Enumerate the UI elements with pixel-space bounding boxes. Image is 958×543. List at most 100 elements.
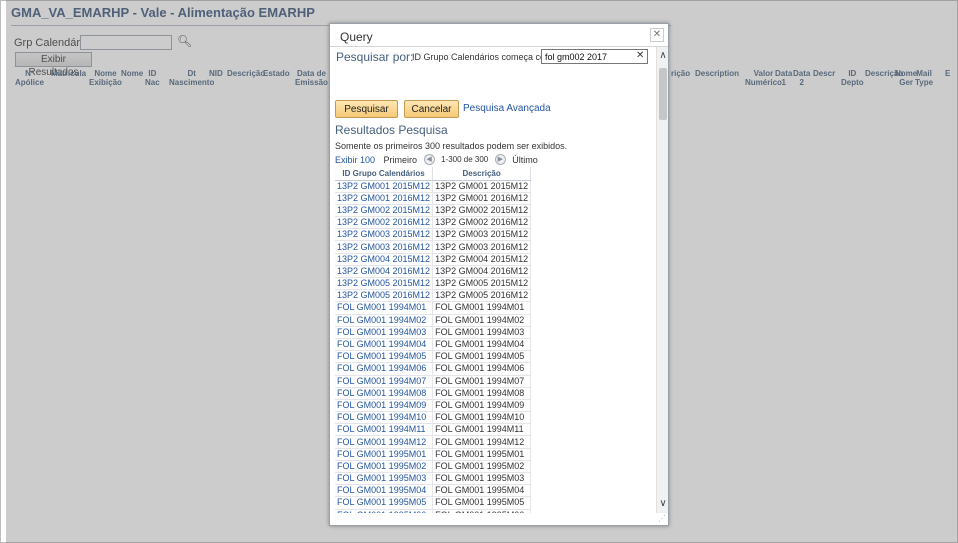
resize-grip-icon[interactable]: ⋰ bbox=[658, 514, 668, 524]
result-id-link[interactable]: 13P2 GM003 2016M12 bbox=[335, 240, 434, 254]
table-row[interactable]: FOL GM001 1994M11 FOL GM001 1994M11 bbox=[335, 423, 532, 437]
table-row[interactable]: FOL GM001 1994M04 FOL GM001 1994M04 bbox=[335, 338, 532, 352]
search-by-label: Pesquisar por: bbox=[336, 50, 414, 64]
result-description: FOL GM001 1994M05 bbox=[432, 350, 532, 364]
result-description: 13P2 GM003 2016M12 bbox=[432, 240, 532, 254]
table-row[interactable]: 13P2 GM001 2016M12 13P2 GM001 2016M12 bbox=[335, 192, 532, 205]
table-row[interactable]: 13P2 GM002 2016M12 13P2 GM002 2016M12 bbox=[335, 216, 532, 230]
result-id-link[interactable]: 13P2 GM003 2015M12 bbox=[335, 228, 434, 242]
result-id-link[interactable]: FOL GM001 1994M10 bbox=[335, 411, 434, 425]
result-id-link[interactable]: 13P2 GM001 2016M12 bbox=[335, 192, 434, 205]
results-title: Resultados Pesquisa bbox=[335, 123, 448, 137]
result-description: 13P2 GM002 2016M12 bbox=[432, 216, 532, 230]
result-description: FOL GM001 1994M08 bbox=[432, 387, 532, 400]
prev-arrow-icon[interactable]: ◀ bbox=[423, 154, 435, 166]
table-row[interactable]: FOL GM001 1994M10 FOL GM001 1994M10 bbox=[335, 411, 532, 425]
result-description: FOL GM001 1995M01 bbox=[432, 448, 532, 461]
table-row[interactable]: 13P2 GM003 2015M12 13P2 GM003 2015M12 bbox=[335, 228, 532, 242]
dialog-scrollbar[interactable]: ∧ ∨ bbox=[656, 47, 668, 513]
last-page-label: Último bbox=[512, 154, 538, 165]
table-row[interactable]: 13P2 GM004 2016M12 13P2 GM004 2016M12 bbox=[335, 265, 532, 279]
result-id-link[interactable]: 13P2 GM002 2016M12 bbox=[335, 216, 434, 230]
dialog-title: Query bbox=[340, 30, 373, 44]
result-id-link[interactable]: FOL GM001 1995M05 bbox=[335, 496, 434, 510]
table-row[interactable]: FOL GM001 1994M09 FOL GM001 1994M09 bbox=[335, 399, 532, 413]
result-description: 13P2 GM004 2016M12 bbox=[432, 265, 532, 279]
result-id-link[interactable]: FOL GM001 1994M05 bbox=[335, 350, 434, 364]
close-icon[interactable]: ✕ bbox=[650, 28, 664, 42]
cancelar-button[interactable]: Cancelar bbox=[404, 100, 459, 118]
chevron-down-icon[interactable]: ∨ bbox=[657, 495, 669, 513]
result-description: FOL GM001 1994M03 bbox=[432, 326, 532, 339]
pesquisar-button[interactable]: Pesquisar bbox=[335, 100, 398, 118]
table-row[interactable]: FOL GM001 1994M12 FOL GM001 1994M12 bbox=[335, 435, 532, 449]
results-note: Somente os primeiros 300 resultados pode… bbox=[335, 141, 568, 151]
show-100-link[interactable]: Exibir 100 bbox=[335, 155, 375, 165]
table-row[interactable]: 13P2 GM002 2015M12 13P2 GM002 2015M12 bbox=[335, 204, 532, 218]
result-id-link[interactable]: FOL GM001 1995M04 bbox=[335, 484, 434, 498]
result-id-link[interactable]: FOL GM001 1995M02 bbox=[335, 460, 434, 474]
table-row[interactable]: FOL GM001 1994M03 FOL GM001 1994M03 bbox=[335, 326, 532, 339]
table-row[interactable]: FOL GM001 1995M04 FOL GM001 1995M04 bbox=[335, 484, 532, 498]
scrollbar-thumb[interactable] bbox=[659, 68, 667, 120]
result-description: FOL GM001 1995M04 bbox=[432, 484, 532, 498]
result-description: 13P2 GM001 2016M12 bbox=[432, 192, 532, 205]
result-description: 13P2 GM004 2015M12 bbox=[432, 253, 532, 266]
result-description: 13P2 GM003 2015M12 bbox=[432, 228, 532, 242]
result-id-link[interactable]: 13P2 GM004 2016M12 bbox=[335, 265, 434, 279]
results-header-row: ID Grupo Calendários Descrição bbox=[335, 167, 532, 181]
result-description: FOL GM001 1995M03 bbox=[432, 472, 532, 486]
table-row[interactable]: 13P2 GM004 2015M12 13P2 GM004 2015M12 bbox=[335, 253, 532, 266]
result-id-link[interactable]: 13P2 GM001 2015M12 bbox=[335, 180, 434, 193]
table-row[interactable]: FOL GM001 1995M03 FOL GM001 1995M03 bbox=[335, 472, 532, 486]
result-description: 13P2 GM005 2015M12 bbox=[432, 277, 532, 291]
result-id-link[interactable]: FOL GM001 1994M07 bbox=[335, 375, 434, 388]
table-row[interactable]: FOL GM001 1995M02 FOL GM001 1995M02 bbox=[335, 460, 532, 474]
result-id-link[interactable]: FOL GM001 1994M02 bbox=[335, 314, 434, 327]
table-row[interactable]: FOL GM001 1994M05 FOL GM001 1994M05 bbox=[335, 350, 532, 364]
table-row[interactable]: FOL GM001 1995M01 FOL GM001 1995M01 bbox=[335, 448, 532, 461]
result-id-link[interactable]: FOL GM001 1994M11 bbox=[335, 423, 434, 437]
result-id-link[interactable]: 13P2 GM004 2015M12 bbox=[335, 253, 434, 266]
result-description: FOL GM001 1994M11 bbox=[432, 423, 532, 437]
result-id-link[interactable]: 13P2 GM005 2016M12 bbox=[335, 289, 434, 303]
table-row[interactable]: 13P2 GM005 2016M12 13P2 GM005 2016M12 bbox=[335, 289, 532, 303]
dialog-content: Pesquisar por: ID Grupo Calendários come… bbox=[330, 47, 656, 513]
result-id-link[interactable]: FOL GM001 1994M09 bbox=[335, 399, 434, 413]
result-id-link[interactable]: FOL GM001 1995M06 bbox=[335, 509, 434, 513]
result-id-link[interactable]: FOL GM001 1994M08 bbox=[335, 387, 434, 400]
table-row[interactable]: 13P2 GM001 2015M12 13P2 GM001 2015M12 bbox=[335, 180, 532, 193]
table-row[interactable]: FOL GM001 1994M06 FOL GM001 1994M06 bbox=[335, 362, 532, 376]
result-id-link[interactable]: FOL GM001 1994M01 bbox=[335, 301, 434, 315]
result-id-link[interactable]: FOL GM001 1994M03 bbox=[335, 326, 434, 339]
query-dialog: Query ✕ Pesquisar por: ID Grupo Calendár… bbox=[329, 23, 669, 526]
result-description: FOL GM001 1994M01 bbox=[432, 301, 532, 315]
table-row[interactable]: 13P2 GM003 2016M12 13P2 GM003 2016M12 bbox=[335, 240, 532, 254]
column-header-id[interactable]: ID Grupo Calendários bbox=[335, 167, 434, 181]
clear-x-icon[interactable]: ✕ bbox=[636, 50, 644, 61]
next-arrow-icon[interactable]: ▶ bbox=[494, 154, 506, 166]
advanced-search-link[interactable]: Pesquisa Avançada bbox=[463, 103, 551, 114]
table-row[interactable]: 13P2 GM005 2015M12 13P2 GM005 2015M12 bbox=[335, 277, 532, 291]
result-id-link[interactable]: FOL GM001 1994M12 bbox=[335, 435, 434, 449]
column-header-descricao[interactable]: Descrição bbox=[432, 167, 532, 181]
result-description: FOL GM001 1994M02 bbox=[432, 314, 532, 327]
table-row[interactable]: FOL GM001 1995M05 FOL GM001 1995M05 bbox=[335, 496, 532, 510]
result-id-link[interactable]: FOL GM001 1995M03 bbox=[335, 472, 434, 486]
table-row[interactable]: FOL GM001 1995M06FOL GM001 1995M06 bbox=[335, 509, 532, 513]
table-row[interactable]: FOL GM001 1994M08 FOL GM001 1994M08 bbox=[335, 387, 532, 400]
table-row[interactable]: FOL GM001 1994M01 FOL GM001 1994M01 bbox=[335, 301, 532, 315]
result-id-link[interactable]: 13P2 GM005 2015M12 bbox=[335, 277, 434, 291]
search-query-input[interactable] bbox=[541, 49, 648, 64]
table-row[interactable]: FOL GM001 1994M07 FOL GM001 1994M07 bbox=[335, 375, 532, 388]
result-description: FOL GM001 1994M06 bbox=[432, 362, 532, 376]
result-id-link[interactable]: FOL GM001 1995M01 bbox=[335, 448, 434, 461]
result-description: FOL GM001 1994M09 bbox=[432, 399, 532, 413]
result-id-link[interactable]: FOL GM001 1994M04 bbox=[335, 338, 434, 352]
results-navigation: Exibir 100 Primeiro ◀ 1-300 de 300 ▶ Últ… bbox=[335, 154, 538, 166]
result-id-link[interactable]: 13P2 GM002 2015M12 bbox=[335, 204, 434, 218]
table-row[interactable]: FOL GM001 1994M02 FOL GM001 1994M02 bbox=[335, 314, 532, 327]
chevron-up-icon[interactable]: ∧ bbox=[657, 47, 669, 65]
result-id-link[interactable]: FOL GM001 1994M06 bbox=[335, 362, 434, 376]
search-criteria-label: ID Grupo Calendários começa com bbox=[412, 52, 553, 62]
